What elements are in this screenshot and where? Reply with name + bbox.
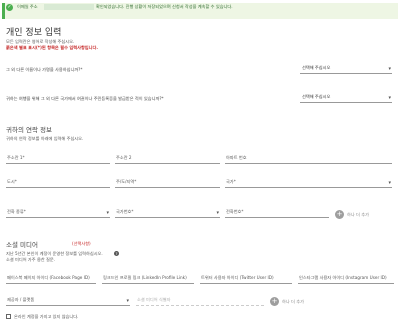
other-passport-select-value: 선택해 주십시오 [302,94,331,99]
country-code-label: 국가번호* [116,209,134,214]
phone-type-select[interactable]: 전화 종류* ▾ [6,208,110,218]
banner-prefix: 이메일 주소 [17,4,38,9]
add-social-label: 하나 더 추가 [282,299,304,304]
phone-number-label: 전화번호* [226,209,244,214]
twitter-field[interactable]: 트위터 사용자 아이디 (Twitter User ID) [200,274,292,284]
help-icon[interactable]: ? [114,251,119,256]
country-code-select[interactable]: 국가번호* ▾ [115,208,220,218]
chevron-down-icon: ▾ [126,298,129,304]
other-names-select-value: 선택해 주십시오 [302,65,331,70]
state-label: 주/도/지역* [116,179,137,184]
country-select[interactable]: 국가* ▾ [225,178,392,188]
check-circle-icon: ✓ [6,4,13,11]
other-passport-select[interactable]: 선택해 주십시오 ▾ [300,93,392,103]
social-intro-2: 소셜 미디어 가주 웅찬 질문. [6,257,56,262]
no-accounts-label: 온라인 계정을 가지고 있지 않습니다. [14,314,79,319]
chevron-down-icon: ▾ [388,180,391,186]
chevron-down-icon: ▾ [106,210,109,216]
identifier-field[interactable]: 소셜 미디어 식별자 [136,296,264,306]
platform-select[interactable]: 제공자 / 플랫폼 ▾ [6,296,130,306]
city-field[interactable]: 도시* [6,178,110,188]
instagram-field[interactable]: 인스타그램 사용자 아이디 (Instagram User ID) [298,274,394,284]
apartment-label: 아파트 번호 [226,155,247,160]
platform-label: 제공자 / 플랫폼 [7,297,35,302]
no-accounts-checkbox[interactable] [6,314,11,319]
chevron-down-icon: ▾ [388,95,391,101]
chevron-down-icon: ▾ [388,66,391,72]
phone-number-field[interactable]: 전화번호* [225,208,329,218]
instagram-label: 인스타그램 사용자 아이디 (Instagram User ID) [299,275,387,280]
contact-intro: 귀하의 연락 정보를 아래에 입력해 주십시오. [6,136,84,141]
address2-field[interactable]: 주소란 2 [115,154,220,164]
add-phone-label: 하나 더 추가 [347,212,369,217]
city-label: 도시* [7,179,17,184]
facebook-label: 페이스북 페이지 아이디 (Facebook Page ID) [7,275,90,280]
linkedin-field[interactable]: 링크드인 프로필 링크 (LinkedIn Profile Link) [102,274,194,284]
add-social-button[interactable]: + [270,297,279,306]
redacted-email [44,4,94,10]
address1-field[interactable]: 주소란 1* [6,154,110,164]
phone-type-label: 전화 종류* [7,209,26,214]
social-optional: (선택사항) [72,241,91,246]
social-title: 소셜 미디어 [6,241,38,249]
address2-label: 주소란 2 [116,155,132,160]
plus-icon: + [271,297,278,305]
other-passport-question: 귀하는 여행을 위해 그 외 다른 국가에서 여권이나 주민등록증을 발급받은 … [6,96,164,101]
plus-icon: + [336,210,343,218]
twitter-label: 트위터 사용자 아이디 (Twitter User ID) [201,275,274,280]
contact-title: 귀하의 연락 정보 [6,126,52,134]
identifier-label: 소셜 미디어 식별자 [137,297,171,302]
other-names-question: 그 외 다른 이름이나 가명을 사용하십니까?* [6,67,83,72]
facebook-field[interactable]: 페이스북 페이지 아이디 (Facebook Page ID) [6,274,96,284]
add-phone-button[interactable]: + [335,210,344,219]
state-field[interactable]: 주/도/지역* [115,178,220,188]
address1-label: 주소란 1* [7,155,25,160]
required-note: 붉은색 별표 표시(*)된 항목은 필수 입력사항입니다. [6,45,98,50]
personal-info-title: 개인 정보 입력 [6,28,62,38]
other-names-select[interactable]: 선택해 주십시오 ▾ [300,64,392,74]
apartment-field[interactable]: 아파트 번호 [225,154,392,164]
country-label: 국가* [226,179,236,184]
linkedin-label: 링크드인 프로필 링크 (LinkedIn Profile Link) [103,275,187,280]
chevron-down-icon: ▾ [216,210,219,216]
banner-message: 확인되었습니다. 진행 상황이 저장되었으며 신청서 작성을 계속할 수 있습니… [96,4,233,9]
